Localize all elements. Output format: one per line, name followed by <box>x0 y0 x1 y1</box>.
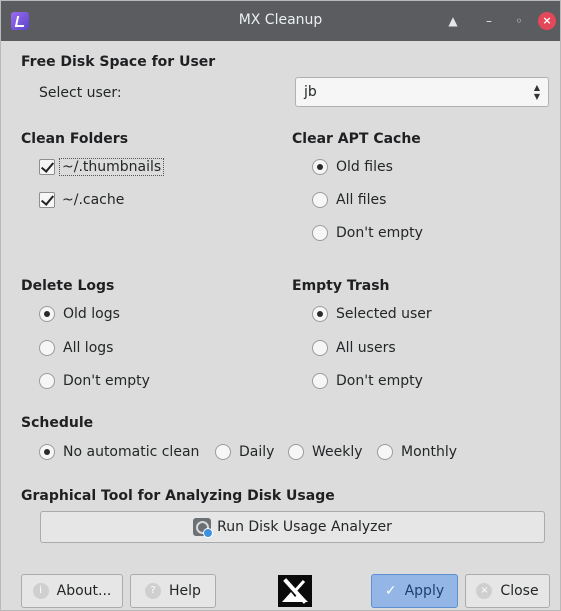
checkmark-icon: ✓ <box>384 583 397 599</box>
close-window-icon[interactable]: × <box>538 12 556 30</box>
mx-logo <box>278 575 312 607</box>
disk-usage-tool-title: Graphical Tool for Analyzing Disk Usage <box>21 488 335 504</box>
logs-all-radio[interactable]: All logs <box>39 338 113 358</box>
radio-icon <box>312 340 328 356</box>
schedule-monthly-radio[interactable]: Monthly <box>377 442 457 462</box>
apply-button[interactable]: ✓ Apply <box>371 574 458 608</box>
logs-dont-empty-radio[interactable]: Don't empty <box>39 371 150 391</box>
empty-trash-title: Empty Trash <box>292 278 390 294</box>
select-user-label: Select user: <box>39 85 122 101</box>
run-disk-usage-analyzer-label: Run Disk Usage Analyzer <box>217 519 392 535</box>
clean-folders-title: Clean Folders <box>21 131 129 147</box>
radio-selected-icon <box>39 444 55 460</box>
schedule-title: Schedule <box>21 415 94 431</box>
close-button-label: Close <box>500 583 539 599</box>
logs-all-label: All logs <box>63 340 114 356</box>
thumbnails-checkbox[interactable]: ~/.thumbnails <box>39 157 165 177</box>
radio-icon <box>312 192 328 208</box>
trash-dont-empty-label: Don't empty <box>336 373 423 389</box>
schedule-weekly-label: Weekly <box>312 444 363 460</box>
info-icon: i <box>32 583 49 599</box>
logs-old-label: Old logs <box>63 306 120 322</box>
schedule-monthly-label: Monthly <box>401 444 458 460</box>
disk-usage-analyzer-icon <box>193 518 214 538</box>
help-icon: ? <box>145 583 162 599</box>
keep-above-icon[interactable]: ▲ <box>443 11 463 31</box>
radio-icon <box>215 444 231 460</box>
help-button-label: Help <box>169 583 201 599</box>
schedule-daily-label: Daily <box>239 444 275 460</box>
title-bar[interactable]: MX Cleanup ▲ – ◦ × <box>1 1 560 41</box>
apt-old-files-label: Old files <box>336 159 393 175</box>
radio-selected-icon <box>312 159 328 175</box>
radio-selected-icon <box>312 306 328 322</box>
logs-dont-empty-label: Don't empty <box>63 373 150 389</box>
apt-all-files-radio[interactable]: All files <box>312 190 386 210</box>
radio-icon <box>312 225 328 241</box>
user-select-value: jb <box>304 84 317 100</box>
about-button[interactable]: i About... <box>21 574 123 608</box>
trash-all-users-radio[interactable]: All users <box>312 338 396 358</box>
thumbnails-label: ~/.thumbnails <box>59 158 165 176</box>
trash-dont-empty-radio[interactable]: Don't empty <box>312 371 423 391</box>
cache-checkbox[interactable]: ~/.cache <box>39 190 124 210</box>
close-button[interactable]: × Close <box>465 574 550 608</box>
close-icon: × <box>476 583 493 599</box>
trash-selected-user-label: Selected user <box>336 306 432 322</box>
clear-apt-cache-title: Clear APT Cache <box>292 131 421 147</box>
checkbox-checked-icon <box>39 192 55 208</box>
minimize-icon[interactable]: – <box>479 11 499 31</box>
radio-icon <box>39 373 55 389</box>
checkbox-checked-icon <box>39 159 55 175</box>
schedule-none-label: No automatic clean <box>63 444 200 460</box>
free-disk-space-title: Free Disk Space for User <box>21 54 216 70</box>
help-button[interactable]: ? Help <box>130 574 216 608</box>
logs-old-radio[interactable]: Old logs <box>39 304 120 324</box>
schedule-none-radio[interactable]: No automatic clean <box>39 442 199 462</box>
spin-arrows-icon: ▲ ▼ <box>533 83 540 101</box>
trash-all-users-label: All users <box>336 340 396 356</box>
apt-all-files-label: All files <box>336 192 387 208</box>
radio-icon <box>39 340 55 356</box>
window-title: MX Cleanup <box>238 12 323 28</box>
apply-button-label: Apply <box>404 583 445 599</box>
cache-label: ~/.cache <box>62 192 125 208</box>
about-button-label: About... <box>56 583 112 599</box>
apt-old-files-radio[interactable]: Old files <box>312 157 393 177</box>
apt-dont-empty-label: Don't empty <box>336 225 423 241</box>
mx-cleanup-window: MX Cleanup ▲ – ◦ × Free Disk Space for U… <box>0 0 561 611</box>
schedule-weekly-radio[interactable]: Weekly <box>288 442 363 462</box>
radio-selected-icon <box>39 306 55 322</box>
radio-icon <box>377 444 393 460</box>
schedule-daily-radio[interactable]: Daily <box>215 442 274 462</box>
trash-selected-user-radio[interactable]: Selected user <box>312 304 432 324</box>
radio-icon <box>312 373 328 389</box>
radio-icon <box>288 444 304 460</box>
run-disk-usage-analyzer-button[interactable]: Run Disk Usage Analyzer <box>40 511 545 543</box>
user-select[interactable]: jb ▲ ▼ <box>295 77 549 107</box>
apt-dont-empty-radio[interactable]: Don't empty <box>312 223 423 243</box>
delete-logs-title: Delete Logs <box>21 278 115 294</box>
maximize-icon[interactable]: ◦ <box>509 11 529 31</box>
